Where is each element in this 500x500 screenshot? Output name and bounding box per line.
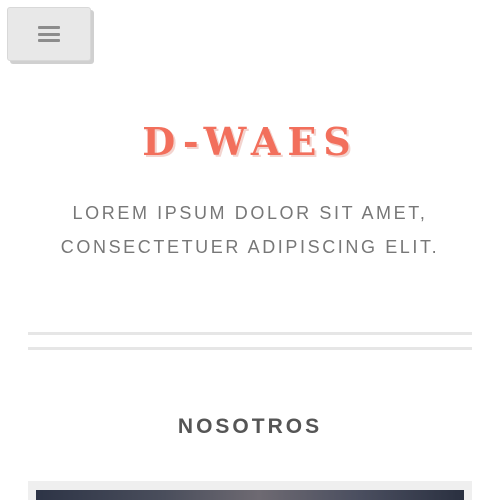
tagline-line-2: CONSECTETUER ADIPISCING ELIT. [60,237,440,257]
hamburger-menu-icon [38,26,60,42]
about-image [36,490,464,500]
tagline-line-1: LOREM IPSUM DOLOR SIT AMET, [72,203,428,223]
menu-button[interactable] [7,7,91,61]
site-title: D-WAES [142,119,358,164]
divider [28,332,472,335]
site-tagline: LOREM IPSUM DOLOR SIT AMET, CONSECTETUER… [0,196,500,264]
section-heading-nosotros: NOSOTROS [177,415,323,438]
divider [28,347,472,350]
about-image-frame [28,481,472,500]
